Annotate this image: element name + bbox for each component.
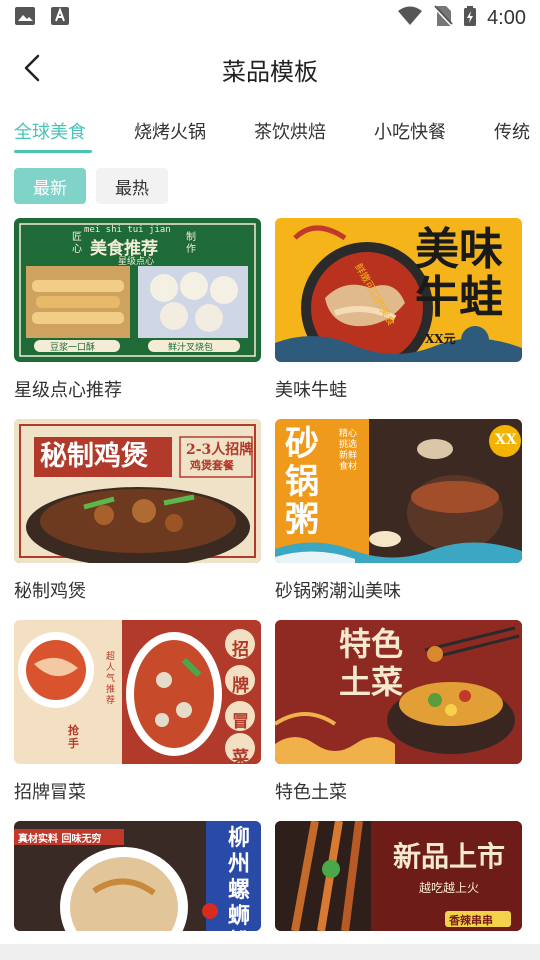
template-thumbnail: mei shi tui jian 美食推荐 星级点心 匠心 制作 豆浆一口酥 鲜…	[14, 218, 261, 362]
template-thumbnail: 美味 牛蛙 鲜嫩可口的美食 XX元	[275, 218, 522, 362]
template-thumbnail: 砂锅粥 XX 精心挑选新鲜食材	[275, 419, 522, 563]
template-thumbnail: 新品上市 越吃越上火 香辣串串	[275, 821, 522, 931]
font-icon	[50, 6, 70, 30]
chip-hottest[interactable]: 最热	[96, 168, 168, 204]
template-title: 美味牛蛙	[275, 380, 347, 401]
no-sim-icon	[433, 5, 453, 31]
chip-newest[interactable]: 最新	[14, 168, 86, 204]
status-bar: 4:00	[0, 0, 540, 36]
template-thumbnail: 招牌冒菜 超人气推荐 抢手	[14, 620, 261, 764]
template-card[interactable]: 砂锅粥 XX 精心挑选新鲜食材 砂锅粥潮汕美味	[275, 419, 522, 603]
battery-charging-icon	[463, 5, 477, 31]
status-time: 4:00	[487, 6, 526, 29]
header: 菜品模板	[0, 36, 540, 100]
template-card[interactable]: 新品上市 越吃越上火 香辣串串	[275, 821, 522, 945]
template-title: 秘制鸡煲	[14, 581, 86, 602]
tab-bbq-hotpot[interactable]: 烧烤火锅	[134, 118, 206, 144]
tab-indicator	[14, 150, 92, 153]
tab-tea-bakery[interactable]: 茶饮烘焙	[254, 118, 326, 144]
template-thumbnail: 秘制鸡煲 2-3人招牌 鸡煲套餐	[14, 419, 261, 563]
template-thumbnail: 柳州螺蛳粉 真材实料 回味无穷	[14, 821, 261, 931]
template-card[interactable]: 美味 牛蛙 鲜嫩可口的美食 XX元 美味牛蛙	[275, 218, 522, 402]
gallery-icon	[14, 6, 36, 30]
template-thumbnail: 特色 土菜	[275, 620, 522, 764]
bottom-nav-strip	[0, 944, 540, 960]
sort-chips: 最新 最热	[14, 168, 168, 204]
template-title: 招牌冒菜	[14, 782, 86, 803]
template-title: 星级点心推荐	[14, 380, 122, 401]
page-title: 菜品模板	[222, 58, 318, 86]
template-card[interactable]: 秘制鸡煲 2-3人招牌 鸡煲套餐 秘制鸡煲	[14, 419, 261, 603]
category-tabs: 全球美食 烧烤火锅 茶饮烘焙 小吃快餐 传统	[0, 108, 540, 156]
template-card[interactable]: 招牌冒菜 超人气推荐 抢手 招牌冒菜	[14, 620, 261, 804]
template-title: 特色土菜	[275, 782, 347, 803]
tab-traditional[interactable]: 传统	[494, 118, 530, 144]
template-card[interactable]: mei shi tui jian 美食推荐 星级点心 匠心 制作 豆浆一口酥 鲜…	[14, 218, 261, 402]
template-card[interactable]: 柳州螺蛳粉 真材实料 回味无穷	[14, 821, 261, 945]
template-title: 砂锅粥潮汕美味	[275, 581, 401, 602]
template-card[interactable]: 特色 土菜 特色土菜	[275, 620, 522, 804]
tab-snack-fastfood[interactable]: 小吃快餐	[374, 118, 446, 144]
tab-global-food[interactable]: 全球美食	[14, 118, 86, 144]
wifi-icon	[397, 6, 423, 30]
